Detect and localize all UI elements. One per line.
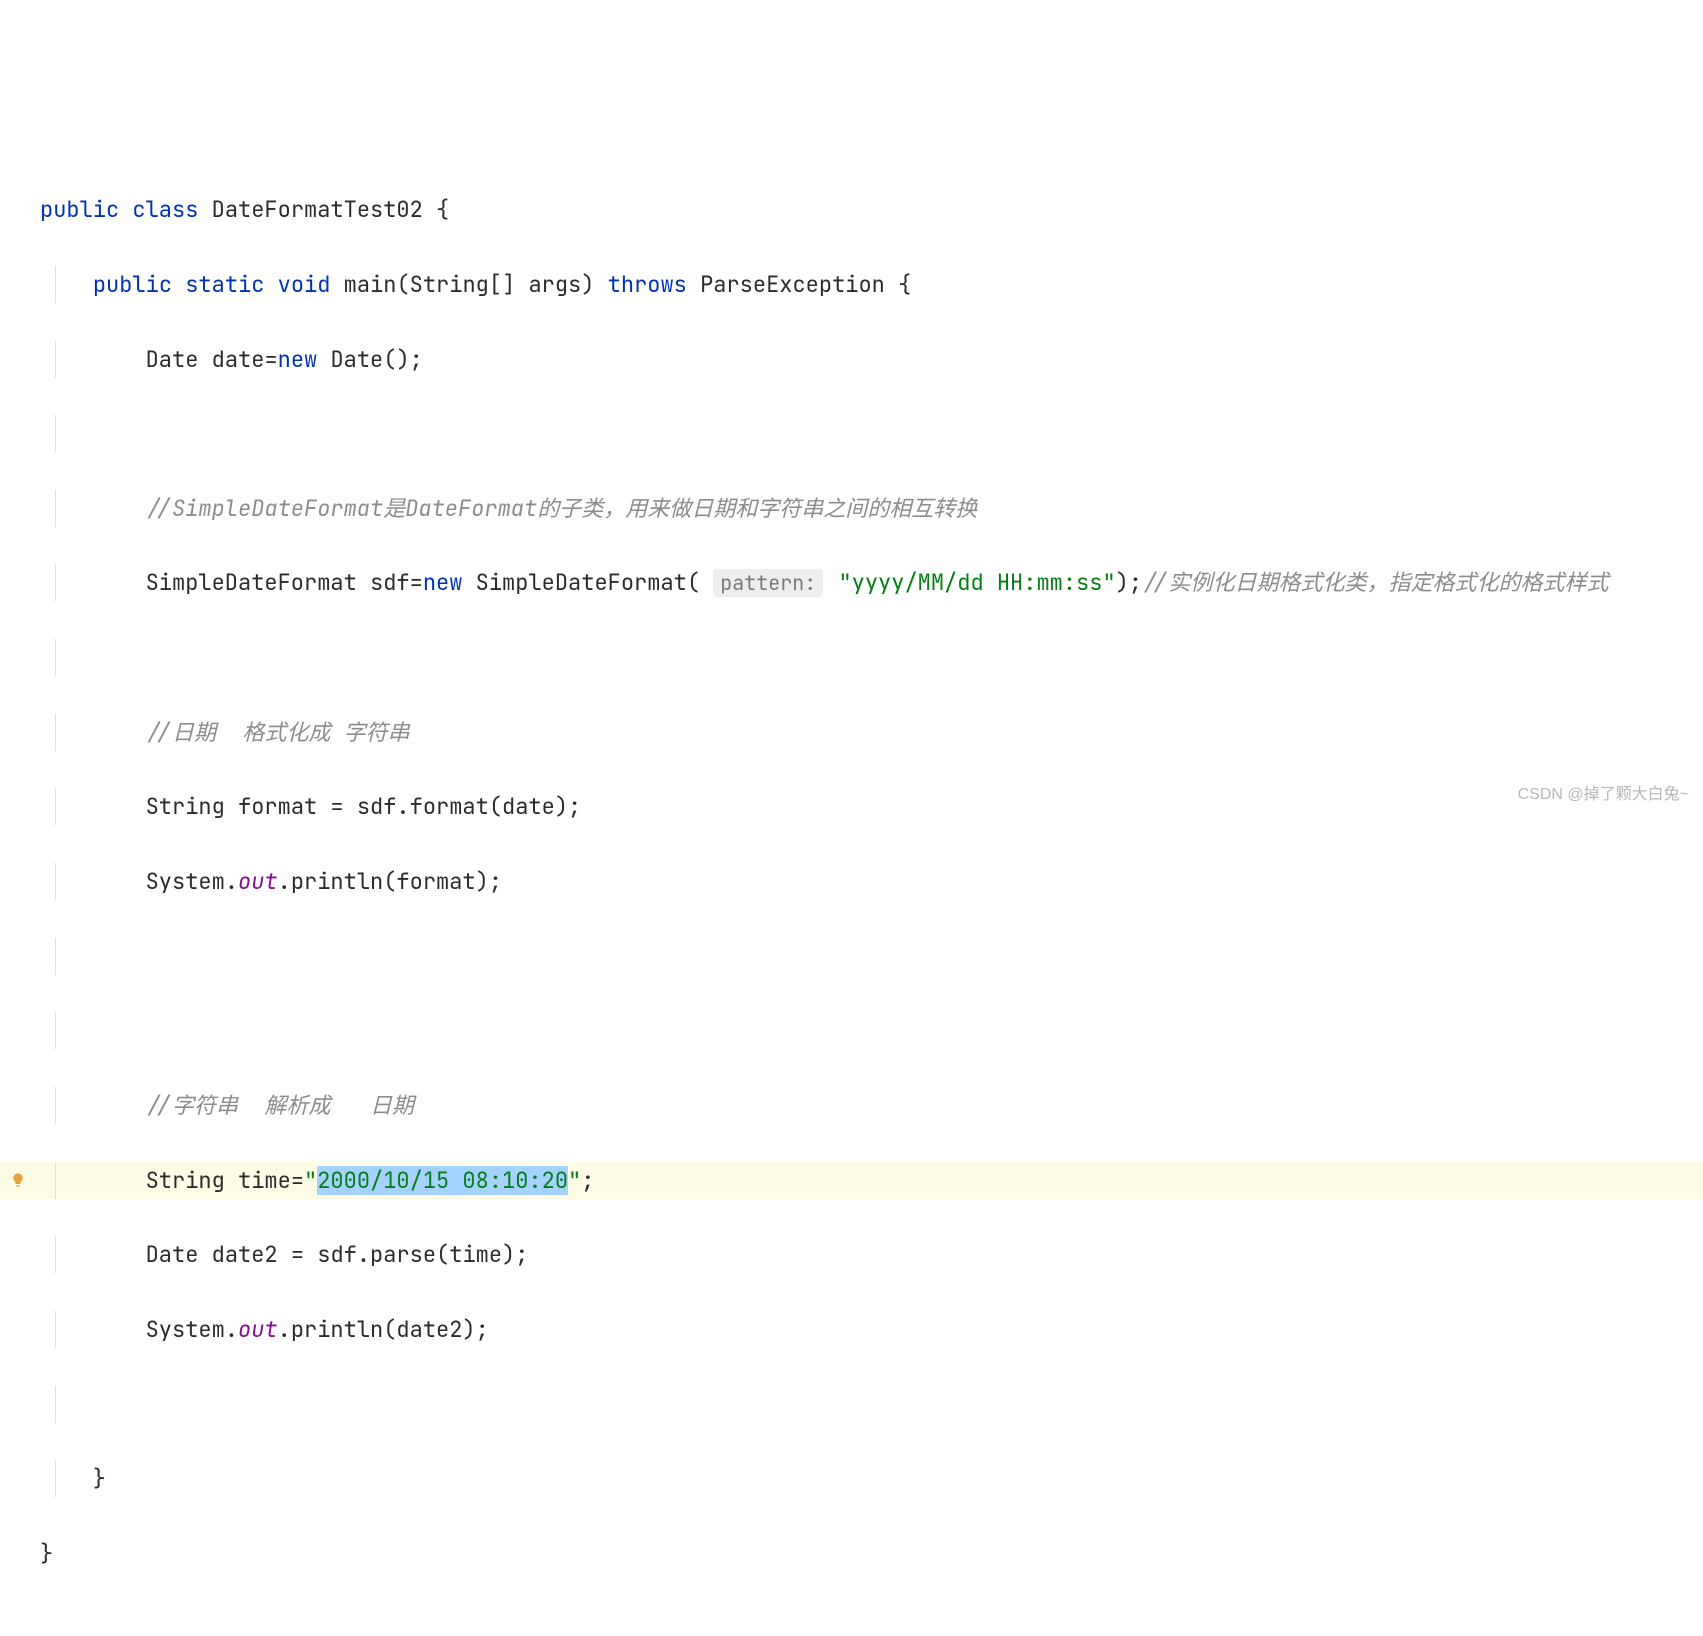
ctor-date: Date() <box>330 345 409 374</box>
println-call: .println(format) <box>278 867 489 896</box>
method-main: main <box>344 270 397 299</box>
var-date: date <box>212 345 265 374</box>
comment: //日期 格式化成 字符串 <box>146 718 410 747</box>
keyword-new: new <box>278 345 318 374</box>
code-line[interactable]: //SimpleDateFormat是DateFormat的子类，用来做日期和字… <box>0 490 1703 527</box>
code-line[interactable] <box>0 1386 1703 1423</box>
keyword-public: public <box>93 270 172 299</box>
type-string: String <box>146 792 225 821</box>
code-line[interactable]: System.out.println(date2); <box>0 1311 1703 1348</box>
exception-type: ParseException <box>700 270 885 299</box>
code-line[interactable]: SimpleDateFormat sdf=new SimpleDateForma… <box>0 564 1703 601</box>
ctor-sdf: SimpleDateFormat( <box>476 568 700 597</box>
keyword-public: public <box>40 195 119 224</box>
string-quote: " <box>568 1166 581 1195</box>
code-line[interactable]: public static void main(String[] args) t… <box>0 266 1703 303</box>
code-editor[interactable]: public class DateFormatTest02 { public s… <box>0 150 1703 1614</box>
code-line[interactable] <box>0 938 1703 975</box>
code-line[interactable] <box>0 1012 1703 1049</box>
comment: //实例化日期格式化类，指定格式化的格式样式 <box>1142 568 1608 597</box>
code-line[interactable]: Date date2 = sdf.parse(time); <box>0 1236 1703 1273</box>
type-sdf: SimpleDateFormat <box>146 568 357 597</box>
bulb-icon[interactable] <box>10 1172 26 1188</box>
call-parse: sdf.parse(time) <box>317 1240 515 1269</box>
string-pattern: "yyyy/MM/dd HH:mm:ss" <box>838 568 1115 597</box>
code-line[interactable]: //字符串 解析成 日期 <box>0 1087 1703 1124</box>
println-call: .println(date2) <box>278 1315 476 1344</box>
out-field: out <box>238 1315 278 1344</box>
keyword-new: new <box>423 568 463 597</box>
code-line[interactable] <box>0 415 1703 452</box>
code-line[interactable]: String format = sdf.format(date); <box>0 788 1703 825</box>
keyword-throws: throws <box>608 270 687 299</box>
code-line[interactable]: //日期 格式化成 字符串 <box>0 714 1703 751</box>
class-name: DateFormatTest02 <box>212 195 423 224</box>
keyword-void: void <box>278 270 331 299</box>
type-date: Date <box>146 1240 199 1269</box>
param-hint-pattern: pattern: <box>713 569 823 597</box>
call-format: sdf.format(date) <box>357 792 568 821</box>
type-string: String <box>146 1166 225 1195</box>
system: System <box>146 867 225 896</box>
system: System <box>146 1315 225 1344</box>
code-line[interactable]: } <box>0 1535 1703 1572</box>
code-line[interactable]: Date date=new Date(); <box>0 341 1703 378</box>
code-line[interactable]: } <box>0 1460 1703 1497</box>
code-line[interactable]: public class DateFormatTest02 { <box>0 191 1703 228</box>
var-date2: date2 <box>212 1240 278 1269</box>
keyword-class: class <box>132 195 198 224</box>
watermark: CSDN @掉了颗大白兔~ <box>1518 781 1689 808</box>
main-params: (String[] args) <box>396 270 594 299</box>
var-time: time <box>238 1166 291 1195</box>
comment: //SimpleDateFormat是DateFormat的子类，用来做日期和字… <box>146 494 978 523</box>
type-date: Date <box>146 345 199 374</box>
string-quote: " <box>304 1166 317 1195</box>
var-format: format <box>238 792 317 821</box>
gutter[interactable] <box>0 1162 36 1199</box>
code-line[interactable] <box>0 639 1703 676</box>
code-line[interactable]: System.out.println(format); <box>0 863 1703 900</box>
string-time-selected: 2000/10/15 08:10:20 <box>317 1166 568 1195</box>
var-sdf: sdf <box>370 568 410 597</box>
out-field: out <box>238 867 278 896</box>
code-line-highlighted[interactable]: String time="2000/10/15 08:10:20"; <box>0 1162 1703 1199</box>
comment: //字符串 解析成 日期 <box>146 1091 414 1120</box>
keyword-static: static <box>185 270 264 299</box>
